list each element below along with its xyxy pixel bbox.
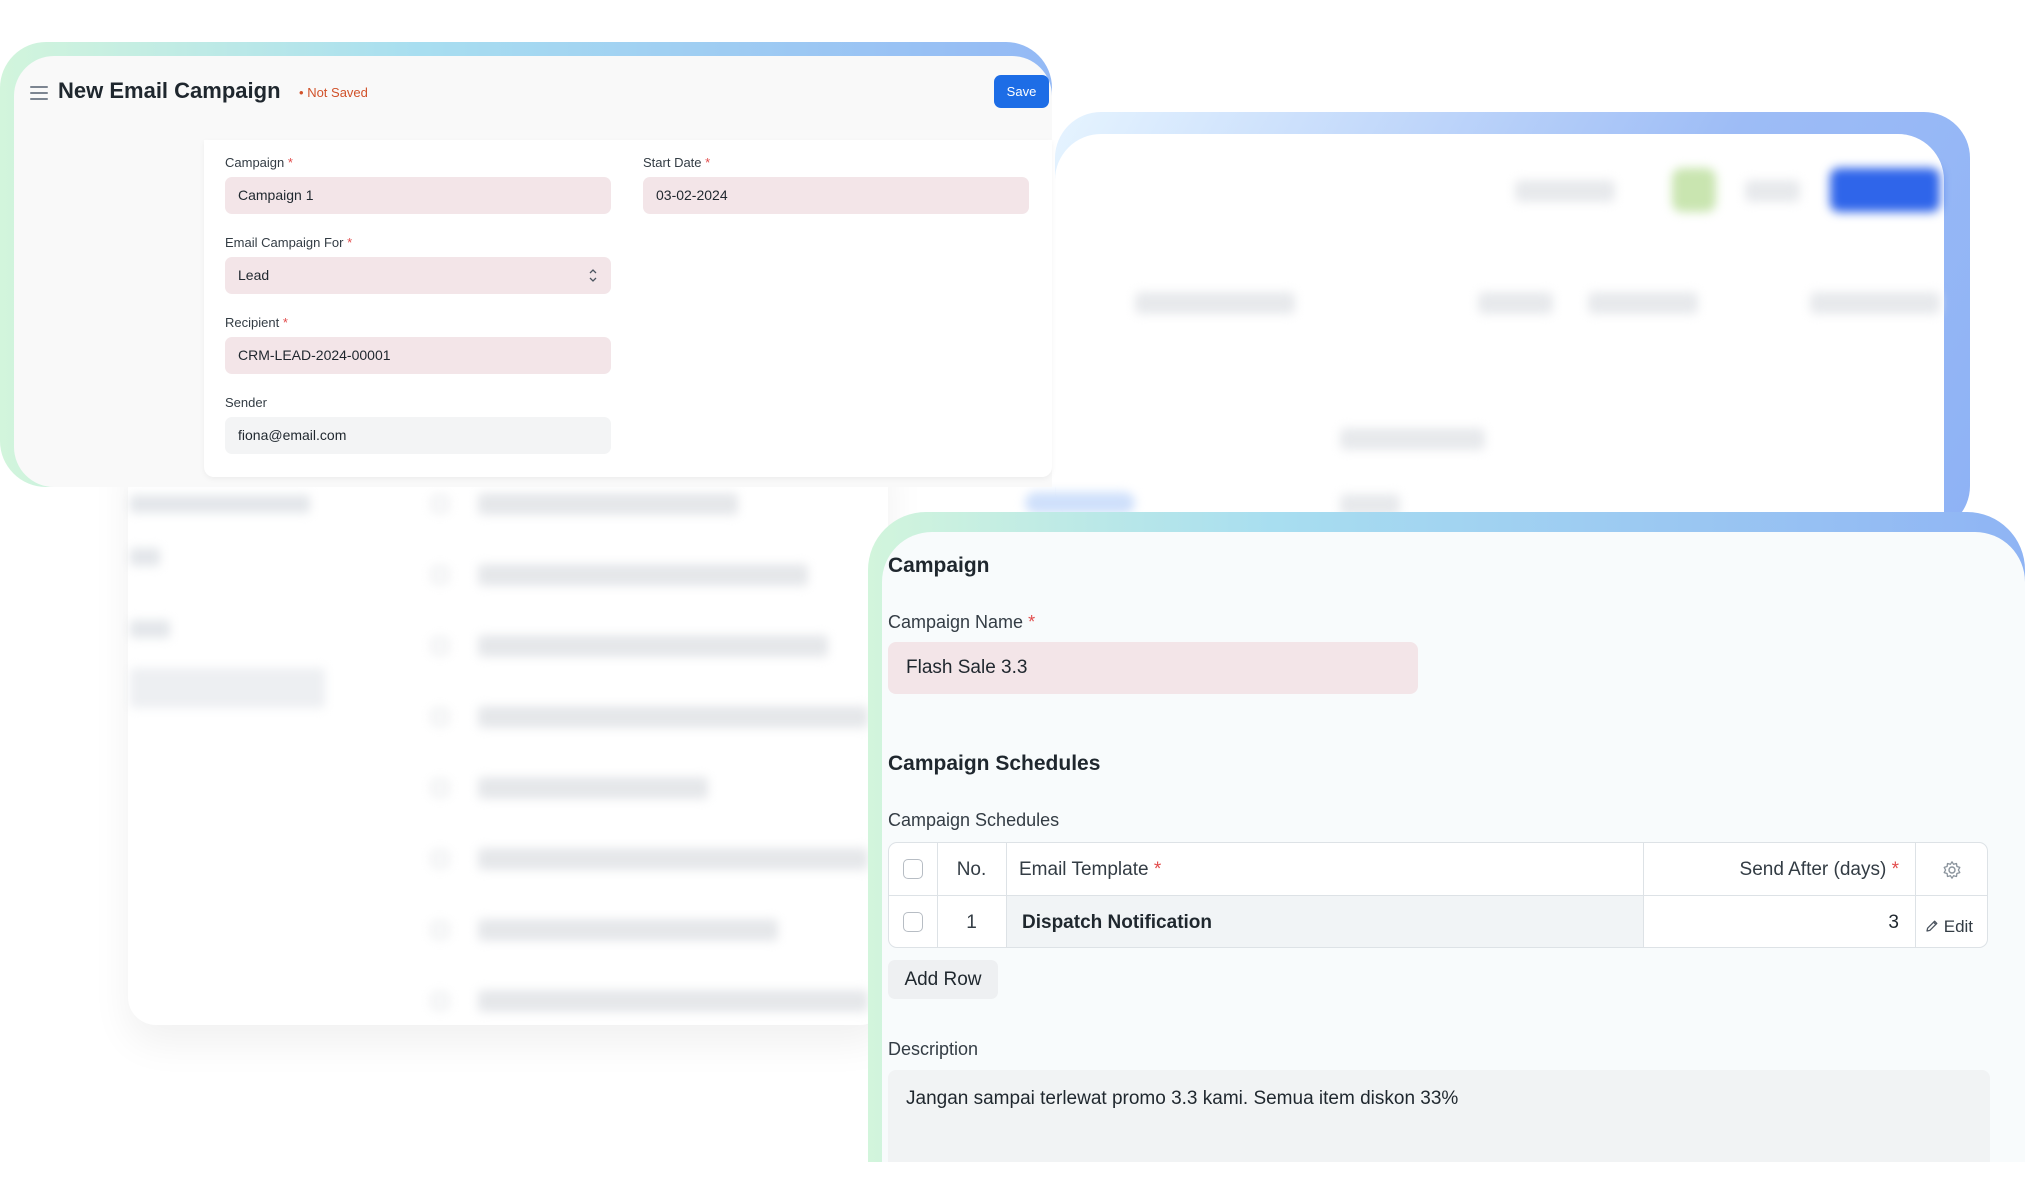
campaign-card (868, 512, 2025, 1162)
table-row[interactable]: 1 Dispatch Notification 3 Edit (889, 896, 1987, 947)
hamburger-menu-icon[interactable] (30, 86, 48, 100)
background-row (478, 990, 868, 1012)
background-pill (1478, 292, 1553, 314)
campaign-name-label: Campaign Name * (888, 612, 1036, 632)
background-row (478, 777, 708, 799)
background-pill (1135, 292, 1295, 314)
campaign-for-label: Email Campaign For * (225, 235, 353, 250)
background-list-panel (1055, 134, 1944, 532)
schedules-table: No. Email Template * Send After (days) *… (888, 842, 1988, 948)
campaign-schedules-title: Campaign Schedules (888, 752, 1101, 775)
background-checkbox (432, 567, 448, 583)
column-header-send-after: Send After (days) * (1739, 859, 1899, 880)
chevron-up-down-icon (589, 269, 597, 282)
status-dot-icon: • (299, 85, 304, 100)
row-email-template[interactable]: Dispatch Notification (1022, 896, 1212, 947)
column-header-no: No. (956, 859, 987, 880)
background-sidebar-item (130, 620, 170, 638)
background-checkbox (432, 922, 448, 938)
save-button[interactable]: Save (994, 75, 1049, 108)
page-title: New Email Campaign (58, 78, 281, 103)
background-primary-button (1830, 168, 1940, 212)
sender-field[interactable]: fiona@email.com (225, 417, 611, 454)
background-checkbox (432, 496, 448, 512)
background-checkbox (432, 709, 448, 725)
background-row (478, 635, 828, 657)
background-checkbox (432, 851, 448, 867)
background-checkbox (432, 780, 448, 796)
background-pill (1588, 292, 1698, 314)
campaign-field-label: Campaign * (225, 155, 293, 170)
row-send-after[interactable]: 3 (1643, 896, 1915, 947)
gear-icon[interactable] (1942, 860, 1962, 880)
campaign-for-value: Lead (238, 267, 270, 283)
background-checkbox (432, 638, 448, 654)
background-sidebar-item (130, 495, 310, 513)
select-all-checkbox[interactable] (903, 859, 923, 879)
background-checkbox (432, 993, 448, 1009)
background-pill (1745, 180, 1800, 202)
description-textarea[interactable]: Jangan sampai terlewat promo 3.3 kami. S… (888, 1070, 1990, 1162)
background-pill (1515, 180, 1615, 202)
description-label: Description (888, 1039, 979, 1059)
status-indicator: • Not Saved (299, 85, 368, 100)
column-header-email-template: Email Template * (1019, 859, 1162, 880)
start-date-label: Start Date * (643, 155, 711, 170)
status-badge: Not Saved (307, 85, 368, 100)
campaign-schedules-label: Campaign Schedules (888, 810, 1060, 830)
add-row-button[interactable]: Add Row (888, 960, 998, 999)
campaign-name-input[interactable]: Flash Sale 3.3 (888, 642, 1418, 694)
row-checkbox[interactable] (903, 912, 923, 932)
start-date-field[interactable]: 03-02-2024 (643, 177, 1029, 214)
campaign-field[interactable]: Campaign 1 (225, 177, 611, 214)
background-pill (1340, 428, 1485, 450)
row-edit-button[interactable]: Edit (1925, 900, 1973, 947)
background-sidebar-item (130, 548, 160, 566)
background-tag (1025, 492, 1135, 514)
campaign-section-title: Campaign (888, 554, 990, 577)
background-avatar (1672, 168, 1716, 212)
table-header-row: No. Email Template * Send After (days) * (889, 843, 1987, 896)
background-row (478, 848, 868, 870)
row-number: 1 (966, 912, 977, 933)
background-sidebar-item (130, 668, 325, 708)
pencil-icon (1926, 920, 1938, 932)
campaign-for-select[interactable]: Lead (225, 257, 611, 294)
background-row (478, 706, 868, 728)
recipient-field[interactable]: CRM-LEAD-2024-00001 (225, 337, 611, 374)
background-row (478, 564, 808, 586)
background-pill (1810, 292, 1940, 314)
background-row (478, 493, 738, 515)
background-row (478, 919, 778, 941)
recipient-label: Recipient * (225, 315, 288, 330)
sender-label: Sender (225, 395, 267, 410)
